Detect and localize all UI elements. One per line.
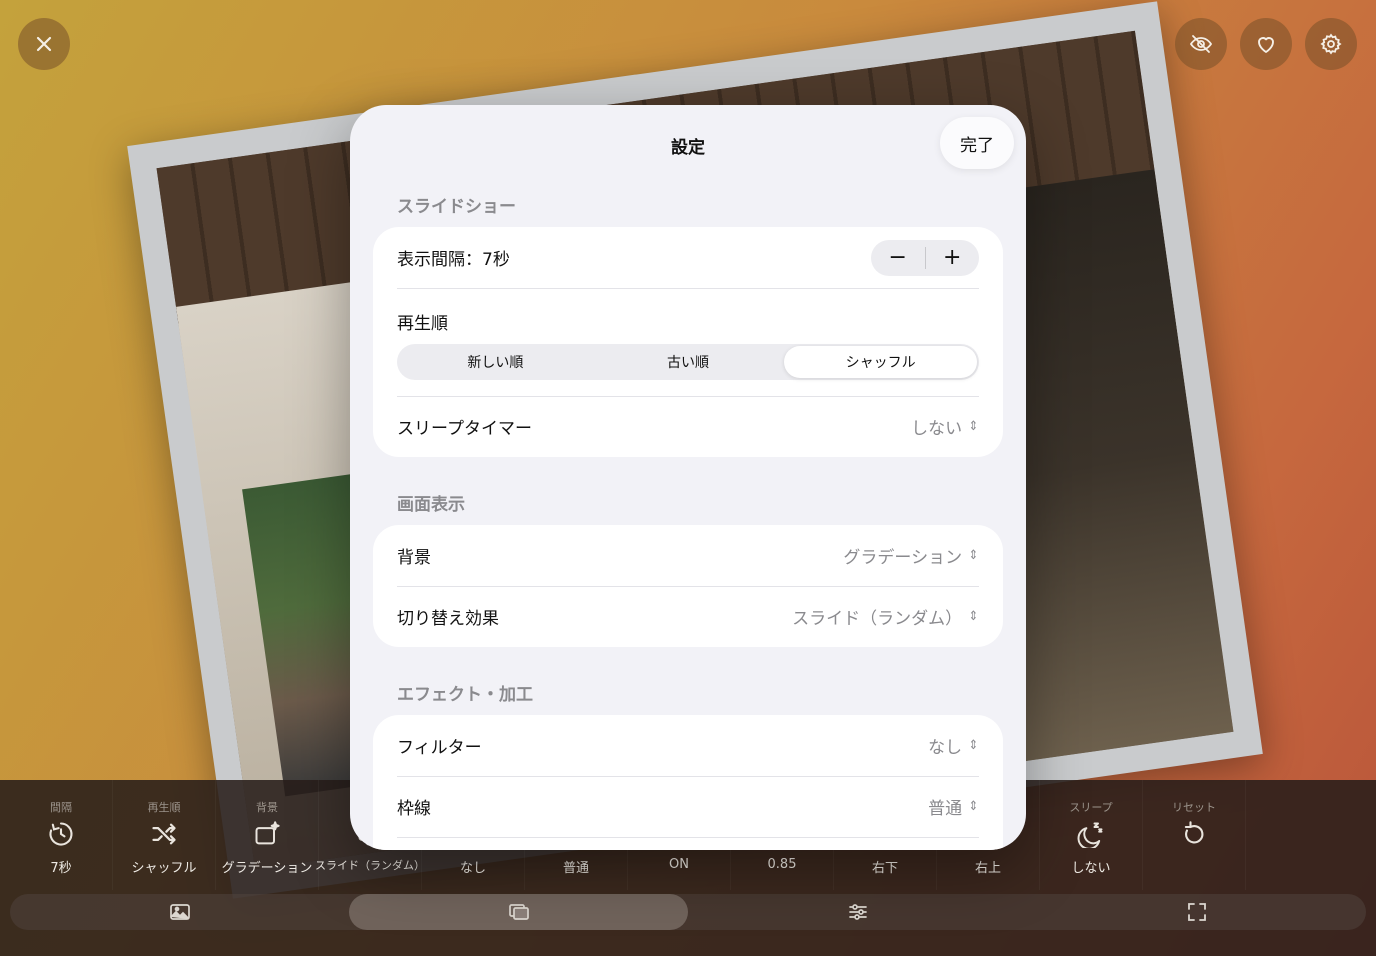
transition-row[interactable]: 切り替え効果 スライド（ランダム） ⇕ (373, 586, 1003, 647)
quick-order[interactable]: 再生順 シャッフル (113, 780, 216, 890)
quick-position-b-value: 右上 (974, 861, 1001, 876)
quick-interval-value: 7秒 (50, 861, 72, 876)
reset-icon (1179, 819, 1209, 849)
settings-button[interactable] (1305, 18, 1357, 70)
hide-ui-button[interactable] (1175, 18, 1227, 70)
order-option-newest[interactable]: 新しい順 (399, 346, 592, 378)
bottom-tab-bar (10, 894, 1366, 930)
transition-value: スライド（ランダム） (792, 609, 963, 629)
quick-position-a-value: 右下 (871, 861, 898, 876)
tab-photos[interactable] (10, 894, 349, 930)
effects-card: フィルター なし ⇕ 枠線 普通 ⇕ (373, 715, 1003, 850)
chevron-updown-icon: ⇕ (968, 799, 979, 814)
order-row: 再生順 (373, 288, 1003, 336)
transition-label: 切り替え効果 (397, 609, 499, 629)
eye-slash-icon (1189, 35, 1213, 53)
photo-icon (169, 904, 190, 920)
section-header-display: 画面表示 (397, 495, 465, 515)
favorite-button[interactable] (1240, 18, 1292, 70)
heart-icon (1258, 37, 1274, 53)
filter-label: フィルター (397, 738, 482, 758)
sleep-moon-icon (1076, 819, 1106, 849)
section-header-slideshow: スライドショー (397, 197, 516, 217)
filter-value: なし (928, 738, 963, 758)
quick-filter-value: なし (459, 861, 486, 876)
quick-interval-label: 間隔 (50, 801, 72, 814)
quick-border-value: 普通 (562, 861, 589, 876)
next-row (373, 837, 1003, 850)
quick-reset-label: リセット (1172, 801, 1216, 814)
quick-sleep[interactable]: スリープ しない (1040, 780, 1143, 890)
order-segmented-control: 新しい順 古い順 シャッフル (397, 344, 979, 380)
sleep-timer-value: しない (911, 419, 963, 439)
timer-icon (46, 819, 76, 849)
tab-slideshow[interactable] (349, 894, 688, 930)
gear-icon (1320, 33, 1342, 55)
settings-sheet: 設定 完了 スライドショー 表示間隔：7秒 − + 再生順 新しい順 古い順 シ… (350, 105, 1026, 850)
slides-icon (508, 904, 529, 920)
order-option-shuffle[interactable]: シャッフル (784, 346, 978, 378)
done-button[interactable]: 完了 (940, 117, 1014, 169)
interval-label: 表示間隔：7秒 (397, 250, 510, 270)
quick-scale-value: 0.85 (767, 857, 797, 872)
background-value: グラデーション (843, 548, 963, 568)
tab-fullscreen[interactable] (1027, 894, 1366, 930)
tab-adjustments[interactable] (688, 894, 1027, 930)
background-label: 背景 (397, 548, 431, 568)
order-segment-wrap: 新しい順 古い順 シャッフル (373, 336, 1003, 396)
quick-sleep-value: しない (1071, 861, 1111, 876)
sleep-timer-row[interactable]: スリープタイマー しない ⇕ (373, 396, 1003, 457)
quick-reset[interactable]: リセット (1143, 780, 1246, 890)
quick-interval[interactable]: 間隔 7秒 (10, 780, 113, 890)
order-label: 再生順 (397, 314, 448, 334)
quick-transition-value: スライド（ランダム） (315, 859, 425, 872)
chevron-updown-icon: ⇕ (968, 419, 979, 434)
section-header-effects: エフェクト・加工 (397, 685, 533, 705)
quick-background-value: グラデーション (221, 861, 313, 876)
interval-row: 表示間隔：7秒 − + (373, 227, 1003, 288)
slideshow-card: 表示間隔：7秒 − + 再生順 新しい順 古い順 シャッフル スリープタイマー … (373, 227, 1003, 457)
fullscreen-icon (1187, 903, 1206, 921)
shuffle-icon (149, 819, 179, 849)
quick-toggle-value: ON (669, 857, 689, 872)
quick-sleep-label: スリープ (1069, 801, 1113, 814)
filter-row[interactable]: フィルター なし ⇕ (373, 715, 1003, 776)
sleep-timer-label: スリープタイマー (397, 419, 532, 439)
close-button[interactable] (18, 18, 70, 70)
display-card: 背景 グラデーション ⇕ 切り替え効果 スライド（ランダム） ⇕ (373, 525, 1003, 647)
close-icon (36, 36, 52, 52)
border-value: 普通 (928, 799, 963, 819)
settings-title: 設定 (671, 138, 705, 158)
border-row[interactable]: 枠線 普通 ⇕ (373, 776, 1003, 837)
increment-button[interactable]: + (926, 240, 980, 276)
decrement-button[interactable]: − (871, 240, 925, 276)
order-option-oldest[interactable]: 古い順 (592, 346, 785, 378)
quick-order-value: シャッフル (131, 861, 197, 876)
background-sparkle-icon (252, 819, 282, 849)
chevron-updown-icon: ⇕ (968, 609, 979, 624)
quick-order-label: 再生順 (147, 801, 181, 814)
chevron-updown-icon: ⇕ (968, 548, 979, 563)
border-label: 枠線 (397, 799, 431, 819)
chevron-updown-icon: ⇕ (968, 738, 979, 753)
background-row[interactable]: 背景 グラデーション ⇕ (373, 525, 1003, 586)
quick-background-label: 背景 (256, 801, 278, 814)
sliders-icon (848, 904, 867, 920)
quick-background[interactable]: 背景 グラデーション (216, 780, 319, 890)
interval-stepper: − + (871, 239, 980, 276)
